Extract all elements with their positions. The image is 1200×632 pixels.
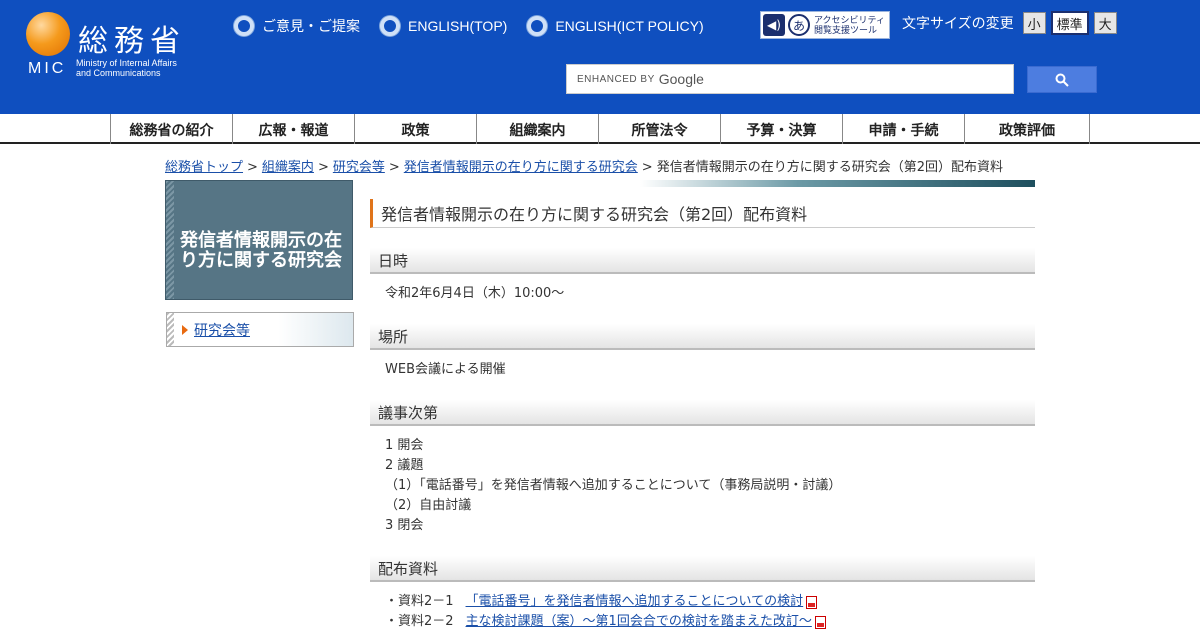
hiragana-a-icon: あ [788,14,810,36]
pdf-icon [806,595,818,609]
logo-mic: MIC [28,60,67,77]
document-label: ・資料2－2 [385,614,454,629]
top-link-opinion[interactable]: ご意見・ご提案 [234,16,360,36]
page-title: 発信者情報開示の在り方に関する研究会（第2回）配布資料 [370,199,1035,228]
agenda-line: （1）「電話番号」を発信者情報へ追加することについて（事務局説明・討議） [385,478,842,493]
agenda-line: 2 議題 [385,458,424,473]
document-link[interactable]: 主な検討課題（案）～第1回会合での検討を踏まえた改訂～ [466,612,812,632]
nav-item-about[interactable]: 総務省の紹介 [110,114,232,144]
pdf-icon [814,615,826,629]
search-input[interactable]: ENHANCED BY Google [566,64,1014,94]
nav-item-press[interactable]: 広報・報道 [232,114,354,144]
section-body-agenda: 1 開会 2 議題 （1）「電話番号」を発信者情報へ追加することについて（事務局… [370,426,1035,536]
document-label: ・資料2－1 [385,594,454,609]
nav-item-budget[interactable]: 予算・決算 [720,114,842,144]
section-body-materials: ・資料2－1 「電話番号」を発信者情報へ追加することについての検討 ・資料2－2… [370,582,1035,632]
agenda-line: 3 閉会 [385,518,424,533]
breadcrumb-link-organization[interactable]: 組織案内 [262,160,314,175]
access-line1: アクセシビリティ [814,15,886,25]
logo-subtitle: Ministry of Internal Affairs and Communi… [76,58,177,78]
speaker-icon: ◀) [763,14,785,36]
top-link-label: ご意見・ご提案 [262,18,360,34]
sidebar-title: 発信者情報開示の在り方に関する研究会 [180,230,342,271]
radio-bullet-icon [527,16,548,36]
sidebar-title-box: 発信者情報開示の在り方に関する研究会 [165,180,353,300]
logo-title: 総務省 [78,24,186,59]
breadcrumb-link-top[interactable]: 総務省トップ [165,160,243,175]
search-brand: Google [658,71,704,87]
accessibility-tool-label: アクセシビリティ 閲覧支援ツール [814,15,885,35]
place-text: WEB会議による開催 [385,362,506,377]
breadcrumb-separator: > [247,160,258,175]
section-heading-datetime: 日時 [370,248,1035,274]
accessibility-tool-button[interactable]: ◀) あ アクセシビリティ 閲覧支援ツール [760,11,890,39]
site-header: 総務省 MIC Ministry of Internal Affairs and… [0,0,1200,114]
section-body-datetime: 令和2年6月4日（木）10:00～ [370,274,1035,304]
font-size-controls: 文字サイズの変更 小 標準 大 [902,11,1117,35]
section-heading-materials: 配布資料 [370,556,1035,582]
top-link-english-ict[interactable]: ENGLISH(ICT POLICY) [527,16,704,36]
font-size-standard-button[interactable]: 標準 [1050,11,1089,35]
main-content: 発信者情報開示の在り方に関する研究会（第2回）配布資料 日時 令和2年6月4日（… [370,199,1035,632]
sidebar-stripe [166,181,174,299]
sidebar-item-link[interactable]: 研究会等 [194,320,250,340]
logo-sub-line2: and Communications [76,68,161,78]
top-links: ご意見・ご提案 ENGLISH(TOP) ENGLISH(ICT POLICY) [234,16,704,36]
font-size-large-button[interactable]: 大 [1093,12,1117,34]
datetime-text: 令和2年6月4日（木）10:00～ [385,286,565,301]
font-size-small-button[interactable]: 小 [1022,12,1046,34]
breadcrumb: 総務省トップ > 組織案内 > 研究会等 > 発信者情報開示の在り方に関する研究会 > 発信者情… [165,156,1003,175]
radio-bullet-icon [380,16,400,36]
document-item: ・資料2－2 主な検討課題（案）～第1回会合での検討を踏まえた改訂～ [385,612,1035,632]
search-icon [1055,73,1069,87]
section-heading-place: 場所 [370,324,1035,350]
top-link-label: ENGLISH(ICT POLICY) [555,18,704,34]
breadcrumb-separator: > [388,160,400,175]
sidebar-item-study-groups[interactable]: 研究会等 [166,312,354,347]
search-button[interactable] [1027,66,1097,93]
sidebar-menu-stripe [167,313,174,346]
agenda-line: （2）自由討議 [385,498,472,513]
breadcrumb-separator: > [641,160,653,175]
breadcrumb-link-study-group[interactable]: 発信者情報開示の在り方に関する研究会 [404,160,638,175]
nav-item-laws[interactable]: 所管法令 [598,114,720,144]
access-line2: 閲覧支援ツール [814,25,878,35]
section-heading-agenda: 議事次第 [370,400,1035,426]
document-link[interactable]: 「電話番号」を発信者情報へ追加することについての検討 [466,592,804,612]
arrow-right-icon [182,324,188,335]
nav-item-organization[interactable]: 組織案内 [476,114,598,144]
nav-item-policy[interactable]: 政策 [354,114,476,144]
nav-item-applications[interactable]: 申請・手続 [842,114,964,144]
search-enhanced-label: ENHANCED BY [577,73,655,85]
document-item: ・資料2－1 「電話番号」を発信者情報へ追加することについての検討 [385,592,1035,612]
top-link-label: ENGLISH(TOP) [408,18,508,34]
logo-orb-icon [26,12,70,56]
section-body-place: WEB会議による開催 [370,350,1035,380]
nav-item-evaluation[interactable]: 政策評価 [964,114,1090,144]
font-size-label: 文字サイズの変更 [902,16,1014,32]
mic-logo[interactable]: 総務省 MIC Ministry of Internal Affairs and… [26,12,216,82]
breadcrumb-current: 発信者情報開示の在り方に関する研究会（第2回）配布資料 [656,160,1003,175]
global-nav: 総務省の紹介 広報・報道 政策 組織案内 所管法令 予算・決算 申請・手続 政策… [0,114,1200,144]
breadcrumb-link-study-groups[interactable]: 研究会等 [333,160,385,175]
agenda-line: 1 開会 [385,438,424,453]
decorative-bar [640,180,1035,187]
breadcrumb-separator: > [317,160,329,175]
logo-sub-line1: Ministry of Internal Affairs [76,58,177,68]
radio-bullet-icon [234,16,254,36]
top-link-english-top[interactable]: ENGLISH(TOP) [380,16,507,36]
